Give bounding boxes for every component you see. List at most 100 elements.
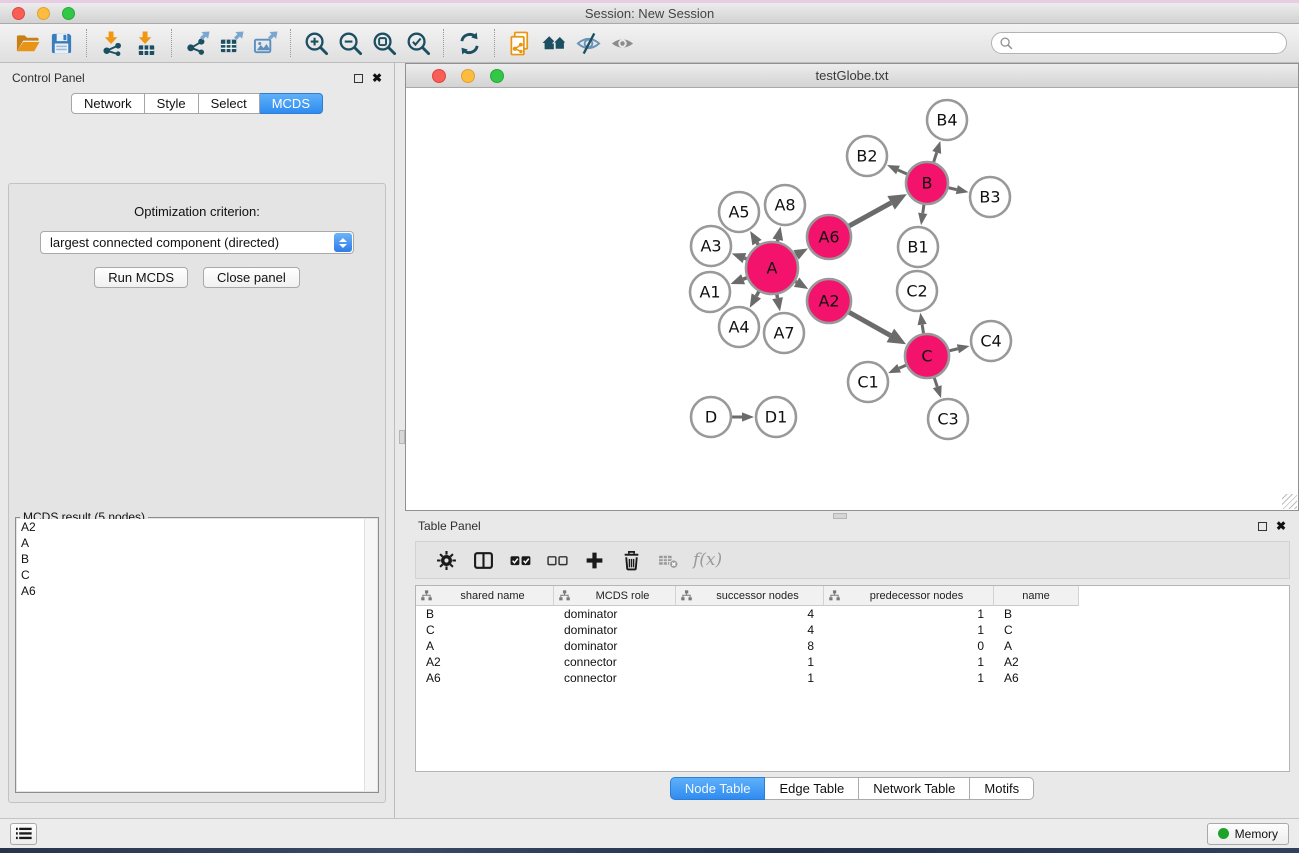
table-tab-network-table[interactable]: Network Table (859, 777, 970, 800)
graph-edge-A-A4[interactable] (750, 292, 761, 308)
graph-node-A8[interactable]: A8 (765, 185, 805, 225)
table-tab-edge-table[interactable]: Edge Table (765, 777, 859, 800)
graph-node-C2[interactable]: C2 (897, 271, 937, 311)
graph-edge-A-A7[interactable] (772, 295, 783, 312)
mcds-result-item[interactable]: C (17, 567, 377, 583)
network-window-titlebar[interactable]: testGlobe.txt (406, 64, 1298, 88)
table-tab-motifs[interactable]: Motifs (970, 777, 1034, 800)
graph-edge-C-C2[interactable] (918, 313, 927, 334)
mcds-result-item[interactable]: B (17, 551, 377, 567)
table-cell[interactable]: 1 (824, 606, 994, 622)
table-cell[interactable]: dominator (554, 622, 676, 638)
table-cell[interactable]: A2 (416, 654, 554, 670)
graph-edge-A6-B[interactable] (849, 194, 907, 226)
table-tab-node-table[interactable]: Node Table (670, 777, 766, 800)
zoom-out-button[interactable] (333, 27, 367, 59)
network-canvas[interactable]: AA6A2BCA5A8A3A1A4A7B2B4B3B1C2C4C1C3DD1 (406, 88, 1298, 510)
window-resize-grip[interactable] (1282, 494, 1297, 509)
control-tab-network[interactable]: Network (71, 93, 145, 114)
table-cell[interactable]: 1 (676, 670, 824, 686)
show-columns-button[interactable] (465, 545, 502, 575)
save-session-button[interactable] (44, 27, 78, 59)
table-cell[interactable]: 4 (676, 622, 824, 638)
graph-node-A2[interactable]: A2 (807, 279, 851, 323)
mcds-result-item[interactable]: A6 (17, 583, 377, 599)
import-table-button[interactable] (129, 27, 163, 59)
close-network-window-button[interactable] (432, 69, 446, 83)
search-field[interactable] (991, 32, 1287, 54)
graph-edge-D-D1[interactable] (732, 412, 754, 421)
graph-edge-A-A5[interactable] (750, 231, 762, 245)
graph-edge-C-C4[interactable] (949, 344, 969, 353)
graph-node-A3[interactable]: A3 (691, 226, 731, 266)
graph-node-A7[interactable]: A7 (764, 313, 804, 353)
result-list-scrollbar[interactable] (364, 519, 377, 791)
close-table-panel-icon[interactable]: ✖ (1276, 520, 1286, 532)
graph-node-B[interactable]: B (906, 162, 948, 204)
export-table-button[interactable] (214, 27, 248, 59)
delete-table-button[interactable] (650, 545, 687, 575)
table-row[interactable]: Adominator80A (416, 638, 1289, 654)
graph-node-A[interactable]: A (746, 242, 798, 294)
graph-node-A4[interactable]: A4 (719, 307, 759, 347)
show-graphics-details-button[interactable] (605, 27, 639, 59)
graph-node-C1[interactable]: C1 (848, 362, 888, 402)
zoom-in-button[interactable] (299, 27, 333, 59)
control-tab-select[interactable]: Select (199, 93, 260, 114)
table-cell[interactable]: A (416, 638, 554, 654)
graph-node-B3[interactable]: B3 (970, 177, 1010, 217)
table-cell[interactable]: B (994, 606, 1079, 622)
graph-node-D1[interactable]: D1 (756, 397, 796, 437)
graph-node-D[interactable]: D (691, 397, 731, 437)
delete-column-button[interactable] (613, 545, 650, 575)
import-network-button[interactable] (95, 27, 129, 59)
graph-edge-C-C1[interactable] (888, 364, 906, 373)
export-image-button[interactable] (248, 27, 282, 59)
table-cell[interactable]: B (416, 606, 554, 622)
zoom-window-button[interactable] (62, 7, 75, 20)
select-all-checkboxes-button[interactable] (502, 545, 539, 575)
zoom-selected-button[interactable] (401, 27, 435, 59)
table-cell[interactable]: dominator (554, 606, 676, 622)
table-cell[interactable]: dominator (554, 638, 676, 654)
refresh-network-button[interactable] (452, 27, 486, 59)
table-cell[interactable]: 1 (824, 654, 994, 670)
graph-edge-B-B4[interactable] (932, 141, 941, 162)
mcds-result-list[interactable]: A2ABCA6 (17, 519, 377, 791)
table-cell[interactable]: C (416, 622, 554, 638)
minimize-window-button[interactable] (37, 7, 50, 20)
table-cell[interactable]: connector (554, 654, 676, 670)
control-tab-mcds[interactable]: MCDS (260, 93, 323, 114)
add-column-button[interactable] (576, 545, 613, 575)
graph-node-C4[interactable]: C4 (971, 321, 1011, 361)
graph-edge-B-B3[interactable] (948, 185, 968, 194)
table-cell[interactable]: 1 (824, 622, 994, 638)
column-header-name[interactable]: name (994, 586, 1079, 606)
close-panel-button[interactable]: Close panel (203, 267, 300, 288)
graph-edge-A-A3[interactable] (732, 253, 747, 263)
split-divider-grip[interactable] (399, 430, 405, 444)
new-network-from-selection-button[interactable] (503, 27, 537, 59)
zoom-network-window-button[interactable] (490, 69, 504, 83)
control-tab-style[interactable]: Style (145, 93, 199, 114)
graph-edge-C-C3[interactable] (933, 378, 942, 398)
function-builder-button[interactable]: f(x) (693, 550, 722, 570)
search-input[interactable] (1018, 36, 1278, 50)
split-divider-grip[interactable] (833, 513, 847, 519)
close-window-button[interactable] (12, 7, 25, 20)
hide-panels-button[interactable] (571, 27, 605, 59)
float-table-panel-icon[interactable] (1258, 522, 1267, 531)
table-cell[interactable]: 8 (676, 638, 824, 654)
memory-button[interactable]: Memory (1207, 823, 1289, 845)
table-cell[interactable]: A6 (416, 670, 554, 686)
table-cell[interactable]: 0 (824, 638, 994, 654)
table-row[interactable]: Cdominator41C (416, 622, 1289, 638)
mcds-result-item[interactable]: A (17, 535, 377, 551)
table-row[interactable]: Bdominator41B (416, 606, 1289, 622)
graph-node-B1[interactable]: B1 (898, 227, 938, 267)
optimization-criterion-select[interactable]: largest connected component (directed) (40, 231, 354, 254)
close-panel-icon[interactable]: ✖ (372, 72, 382, 84)
minimize-network-window-button[interactable] (461, 69, 475, 83)
table-cell[interactable]: 4 (676, 606, 824, 622)
open-session-button[interactable] (10, 27, 44, 59)
